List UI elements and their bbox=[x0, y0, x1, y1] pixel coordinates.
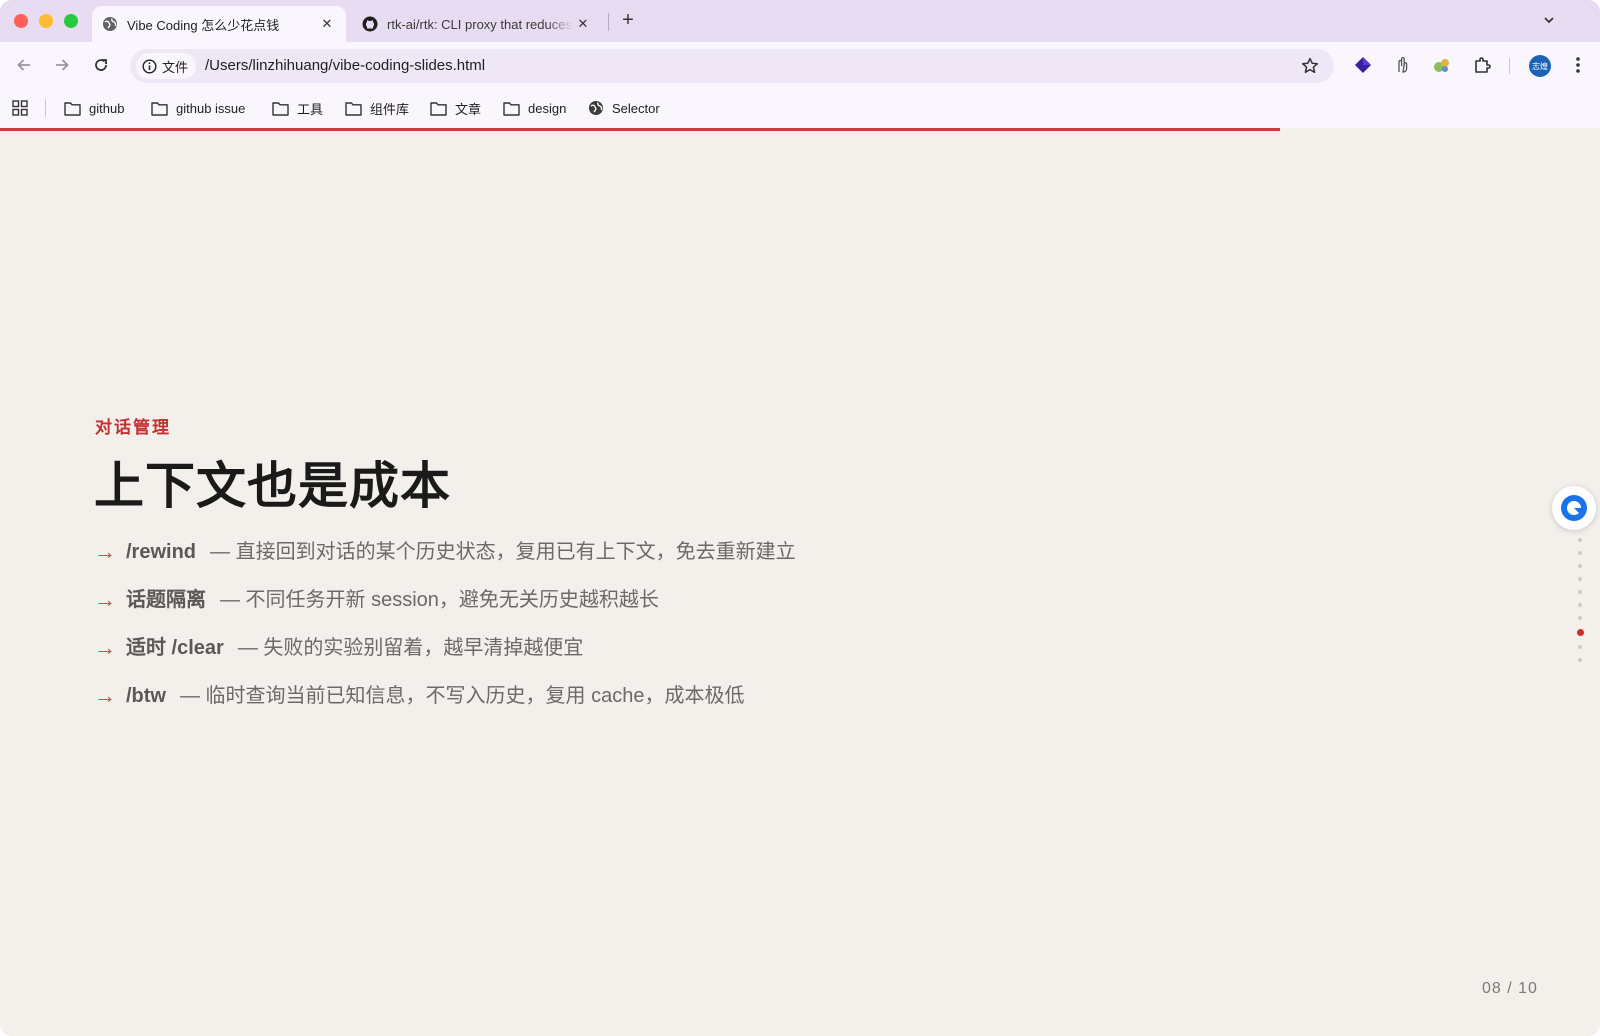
bullet-item: → /rewind — 直接回到对话的某个历史状态，复用已有上下文，免去重新建立 bbox=[94, 536, 814, 568]
bookmark-star-icon[interactable] bbox=[1300, 56, 1320, 76]
slide-nav-dot[interactable] bbox=[1578, 645, 1582, 649]
bookmark-label: Selector bbox=[612, 100, 660, 116]
slide-nav-dot[interactable] bbox=[1578, 538, 1582, 542]
globe-icon bbox=[102, 16, 118, 32]
slide-nav-dots bbox=[1575, 538, 1585, 671]
tab-title: rtk-ai/rtk: CLI proxy that reduces bbox=[387, 16, 572, 32]
slide-title: 上下文也是成本 bbox=[94, 458, 451, 514]
floating-assistant-button[interactable] bbox=[1552, 486, 1596, 530]
bookmark-folder-articles[interactable]: 文章 bbox=[430, 98, 481, 118]
tab-rtk[interactable]: rtk-ai/rtk: CLI proxy that reduces ✕ bbox=[352, 6, 602, 42]
bullet-desc: — 失败的实验别留着，越早清掉越便宜 bbox=[237, 637, 584, 659]
slide-nav-dot[interactable] bbox=[1576, 629, 1584, 636]
github-icon bbox=[362, 16, 378, 32]
security-label: 文件 bbox=[162, 59, 189, 75]
bookmark-folder-components[interactable]: 组件库 bbox=[345, 98, 409, 118]
slide-bullet-list: → /rewind — 直接回到对话的某个历史状态，复用已有上下文，免去重新建立… bbox=[94, 536, 814, 728]
bullet-desc: — 直接回到对话的某个历史状态，复用已有上下文，免去重新建立 bbox=[210, 541, 796, 563]
arrow-right-icon: → bbox=[94, 683, 116, 708]
bullet-key: /btw bbox=[126, 685, 166, 707]
folder-icon bbox=[345, 101, 362, 116]
assistant-icon bbox=[1561, 495, 1587, 521]
tab-vibe-coding[interactable]: Vibe Coding 怎么少花点钱 ✕ bbox=[92, 6, 346, 42]
slide-nav-dot[interactable] bbox=[1578, 551, 1582, 555]
tab-title: Vibe Coding 怎么少花点钱 bbox=[127, 17, 280, 33]
bullet-item: → /btw — 临时查询当前已知信息，不写入历史，复用 cache，成本极低 bbox=[94, 680, 814, 712]
folder-icon bbox=[272, 101, 289, 116]
slide-nav-dot[interactable] bbox=[1578, 577, 1582, 581]
bullet-key: 适时 /clear bbox=[126, 637, 224, 659]
toolbar-divider bbox=[1509, 58, 1510, 74]
minimize-window-button[interactable] bbox=[39, 14, 53, 28]
tab-search-button[interactable] bbox=[1538, 9, 1560, 31]
slide-nav-dot[interactable] bbox=[1578, 658, 1582, 662]
tab-strip: Vibe Coding 怎么少花点钱 ✕ rtk-ai/rtk: CLI pro… bbox=[0, 0, 1600, 42]
tab-close-icon[interactable]: ✕ bbox=[318, 15, 336, 33]
bookmark-label: 工具 bbox=[297, 101, 324, 117]
folder-icon bbox=[430, 101, 447, 116]
arrow-right-icon: → bbox=[94, 539, 116, 564]
extension-diamond-icon[interactable] bbox=[1351, 53, 1375, 77]
site-info-chip[interactable]: 文件 bbox=[136, 53, 197, 79]
extension-puzzle-colored-icon[interactable] bbox=[1430, 53, 1454, 77]
extensions-puzzle-icon[interactable] bbox=[1470, 53, 1494, 77]
reload-icon bbox=[95, 59, 107, 71]
tab-divider bbox=[608, 13, 609, 31]
bullet-desc: — 临时查询当前已知信息，不写入历史，复用 cache，成本极低 bbox=[180, 685, 745, 707]
bookmarks-bar: github github issue 工具 组件库 文章 design Sel… bbox=[0, 88, 1600, 128]
bullet-item: → 话题隔离 — 不同任务开新 session，避免无关历史越积越长 bbox=[94, 584, 814, 616]
slide-counter: 08 / 10 bbox=[1482, 980, 1538, 997]
bullet-key: 话题隔离 bbox=[126, 589, 206, 611]
profile-avatar[interactable]: 志煌 bbox=[1529, 55, 1551, 77]
bookmark-label: design bbox=[528, 100, 567, 116]
browser-window: Vibe Coding 怎么少花点钱 ✕ rtk-ai/rtk: CLI pro… bbox=[0, 0, 1600, 1036]
url-text[interactable]: /Users/linzhihuang/vibe-coding-slides.ht… bbox=[205, 57, 485, 74]
folder-icon bbox=[151, 101, 168, 116]
bookmark-folder-github-issue[interactable]: github issue bbox=[151, 98, 245, 118]
bullet-key: /rewind bbox=[126, 541, 197, 563]
new-tab-button[interactable]: + bbox=[618, 9, 638, 31]
bookmark-label: github issue bbox=[176, 100, 246, 116]
apps-grid-icon[interactable] bbox=[12, 100, 28, 116]
folder-icon bbox=[64, 101, 81, 116]
slide-nav-dot[interactable] bbox=[1578, 564, 1582, 568]
bookmarks-divider bbox=[45, 99, 46, 117]
slide-page: 对话管理 上下文也是成本 → /rewind — 直接回到对话的某个历史状态，复… bbox=[0, 128, 1600, 1036]
arrow-right-icon bbox=[56, 59, 69, 71]
slide-nav-dot[interactable] bbox=[1578, 603, 1582, 607]
arrow-right-icon: → bbox=[94, 635, 116, 660]
bookmark-label: github bbox=[89, 100, 125, 116]
slide-eyebrow: 对话管理 bbox=[95, 418, 171, 437]
arrow-left-icon bbox=[17, 59, 30, 71]
arrow-right-icon: → bbox=[94, 587, 116, 612]
bookmark-folder-tools[interactable]: 工具 bbox=[272, 98, 323, 118]
maximize-window-button[interactable] bbox=[64, 14, 78, 28]
globe-icon bbox=[589, 101, 603, 115]
slide-progress-bar bbox=[0, 128, 1280, 131]
browser-toolbar: 文件 /Users/linzhihuang/vibe-coding-slides… bbox=[0, 42, 1600, 88]
slide-nav-dot[interactable] bbox=[1578, 616, 1582, 620]
extension-hand-icon[interactable] bbox=[1390, 53, 1414, 77]
bullet-item: → 适时 /clear — 失败的实验别留着，越早清掉越便宜 bbox=[94, 632, 814, 664]
info-icon bbox=[142, 58, 157, 74]
bookmark-folder-github[interactable]: github bbox=[64, 98, 124, 118]
bookmark-label: 组件库 bbox=[370, 101, 410, 117]
address-bar[interactable]: 文件 /Users/linzhihuang/vibe-coding-slides… bbox=[130, 49, 1334, 83]
reload-button[interactable] bbox=[89, 53, 113, 77]
bookmark-folder-design[interactable]: design bbox=[503, 98, 566, 118]
slide-nav-dot[interactable] bbox=[1578, 590, 1582, 594]
close-window-button[interactable] bbox=[14, 14, 28, 28]
bookmark-label: 文章 bbox=[455, 101, 482, 117]
bookmark-selector[interactable]: Selector bbox=[588, 98, 660, 118]
tab-close-icon[interactable]: ✕ bbox=[574, 15, 592, 33]
forward-button[interactable] bbox=[50, 53, 74, 77]
folder-icon bbox=[503, 101, 520, 116]
menu-kebab-icon[interactable] bbox=[1568, 54, 1588, 76]
back-button[interactable] bbox=[12, 53, 36, 77]
bullet-desc: — 不同任务开新 session，避免无关历史越积越长 bbox=[220, 589, 659, 611]
chevron-down-icon bbox=[1544, 17, 1554, 24]
